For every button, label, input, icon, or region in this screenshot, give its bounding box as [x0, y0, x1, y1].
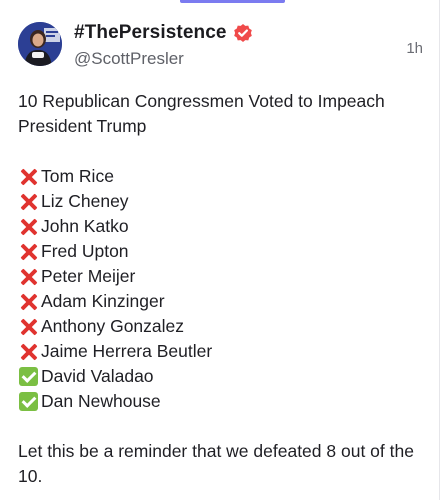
cross-mark-icon: [18, 191, 39, 212]
display-name[interactable]: #ThePersistence: [74, 22, 227, 44]
post-header: #ThePersistence @ScottPresler 1h: [18, 18, 423, 72]
author-names: #ThePersistence @ScottPresler: [74, 20, 253, 69]
list-item-name: Anthony Gonzalez: [41, 316, 185, 336]
list-item: Tom Rice: [18, 164, 428, 189]
post-timestamp[interactable]: 1h: [406, 40, 423, 57]
post-card[interactable]: #ThePersistence @ScottPresler 1h 10 Repu…: [0, 0, 439, 500]
list-item-name: Fred Upton: [41, 241, 129, 261]
post-body: 10 Republican Congressmen Voted to Impea…: [18, 89, 428, 489]
list-item: David Valadao: [18, 364, 428, 389]
avatar[interactable]: [18, 22, 62, 66]
list-item-name: Liz Cheney: [41, 191, 129, 211]
list-item: Jaime Herrera Beutler: [18, 339, 428, 364]
list-item-name: Jaime Herrera Beutler: [41, 341, 213, 361]
list-item: Dan Newhouse: [18, 389, 428, 414]
cross-mark-icon: [18, 316, 39, 337]
list-item-name: Tom Rice: [41, 166, 114, 186]
list-item: Fred Upton: [18, 239, 428, 264]
list-item-name: John Katko: [41, 216, 129, 236]
list-item-name: David Valadao: [41, 366, 154, 386]
cross-mark-icon: [18, 216, 39, 237]
cross-mark-icon: [18, 241, 39, 262]
cross-mark-icon: [18, 291, 39, 312]
list-item-name: Dan Newhouse: [41, 391, 161, 411]
list-item: Adam Kinzinger: [18, 289, 428, 314]
list-item-name: Adam Kinzinger: [41, 291, 165, 311]
list-item: John Katko: [18, 214, 428, 239]
check-mark-icon: [19, 392, 38, 411]
list-item: Peter Meijer: [18, 264, 428, 289]
list-item-name: Peter Meijer: [41, 266, 136, 286]
post-intro: 10 Republican Congressmen Voted to Impea…: [18, 91, 385, 136]
avatar-photo: [18, 22, 62, 66]
display-name-row: #ThePersistence: [74, 20, 253, 46]
cross-mark-icon: [18, 266, 39, 287]
check-mark-icon: [19, 367, 38, 386]
author-handle[interactable]: @ScottPresler: [74, 49, 253, 69]
cross-mark-icon: [18, 341, 39, 362]
verified-badge-icon: [233, 23, 253, 43]
name-list: Tom Rice Liz Cheney John Katko Fred Upton Pe…: [18, 164, 428, 414]
post-outro: Let this be a reminder that we defeated …: [18, 441, 414, 486]
list-item: Liz Cheney: [18, 189, 428, 214]
cross-mark-icon: [18, 166, 39, 187]
list-item: Anthony Gonzalez: [18, 314, 428, 339]
